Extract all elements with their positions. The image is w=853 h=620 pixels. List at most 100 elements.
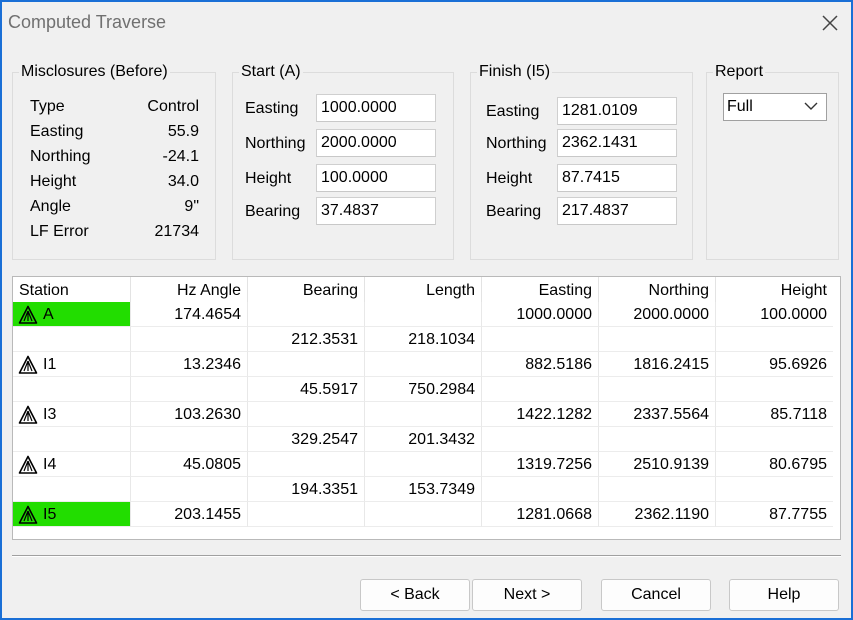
cell-height: 85.7118 [716,402,833,427]
cell-easting [482,377,599,402]
cell-length [365,502,482,527]
table-row[interactable]: I5 203.1455 1281.0668 2362.1190 87.7755 [13,502,840,527]
start-height-field[interactable]: 100.0000 [316,164,436,192]
cell-easting: 1281.0668 [482,502,599,527]
cell-hz [131,377,248,402]
column-header-station[interactable]: Station [13,277,131,302]
cell-easting: 882.5186 [482,352,599,377]
cell-height: 87.7755 [716,502,833,527]
station-name: I5 [43,506,57,523]
chevron-down-icon [804,102,818,110]
table-row[interactable]: 194.3351 153.7349 [13,477,840,502]
finish-bearing-field[interactable]: 217.4837 [557,197,677,225]
computed-traverse-dialog: Computed Traverse Misclosures (Before) T… [0,0,853,620]
cell-height [716,377,833,402]
cancel-button[interactable]: Cancel [601,579,711,611]
cell-hz [131,327,248,352]
table-row[interactable]: I3 103.2630 1422.1282 2337.5564 85.7118 [13,402,840,427]
cell-northing [599,327,716,352]
station-cell[interactable] [13,327,131,352]
station-cell[interactable]: A [13,302,131,327]
cell-northing: 2362.1190 [599,502,716,527]
help-button[interactable]: Help [729,579,839,611]
finish-height-label: Height [486,170,533,187]
type-header: Type [30,98,65,115]
cell-hz: 174.4654 [131,302,248,327]
cell-height: 100.0000 [716,302,833,327]
report-group: Report Full [706,63,839,260]
finish-label: Finish (I5) [477,63,553,81]
cell-height [716,477,833,502]
misclosure-northing-value: -24.1 [162,148,199,165]
misclosure-lf-error-label: LF Error [30,223,89,240]
misclosure-height-value: 34.0 [167,173,199,190]
misclosure-easting-value: 55.9 [167,123,199,140]
station-cell[interactable] [13,377,131,402]
finish-easting-field[interactable]: 1281.0109 [557,97,677,125]
table-header: Station Hz Angle Bearing Length Easting … [13,277,840,302]
cell-height [716,327,833,352]
column-header-northing[interactable]: Northing [599,277,716,302]
station-name: I1 [43,356,57,373]
close-button[interactable] [817,10,843,36]
start-northing-field[interactable]: 2000.0000 [316,129,436,157]
traverse-table[interactable]: Station Hz Angle Bearing Length Easting … [12,276,841,540]
table-row[interactable]: 329.2547 201.3432 [13,427,840,452]
misclosure-angle-value: 9" [184,198,199,215]
station-cell[interactable] [13,427,131,452]
cell-length [365,352,482,377]
start-northing-label: Northing [245,135,306,152]
cell-bearing [248,452,365,477]
cell-bearing [248,352,365,377]
start-height-label: Height [245,170,292,187]
cell-easting [482,427,599,452]
finish-height-field[interactable]: 87.7415 [557,164,677,192]
column-header-height[interactable]: Height [716,277,833,302]
finish-northing-field[interactable]: 2362.1431 [557,129,677,157]
tripod-warning-icon [18,505,38,533]
station-cell[interactable]: I4 [13,452,131,477]
table-row[interactable]: 212.3531 218.1034 [13,327,840,352]
cell-northing [599,427,716,452]
cell-bearing [248,402,365,427]
station-cell[interactable]: I3 [13,402,131,427]
station-cell[interactable]: I5 [13,502,131,527]
cell-bearing: 212.3531 [248,327,365,352]
back-button[interactable]: < Back [360,579,470,611]
cell-hz: 13.2346 [131,352,248,377]
cell-length: 153.7349 [365,477,482,502]
column-header-bearing[interactable]: Bearing [248,277,365,302]
start-bearing-field[interactable]: 37.4837 [316,197,436,225]
cell-length [365,402,482,427]
cell-length: 201.3432 [365,427,482,452]
misclosures-group: Misclosures (Before) Type Control Eastin… [12,63,216,260]
cell-northing [599,377,716,402]
start-easting-field[interactable]: 1000.0000 [316,94,436,122]
cell-northing [599,477,716,502]
column-header-easting[interactable]: Easting [482,277,599,302]
station-cell[interactable] [13,477,131,502]
title-bar: Computed Traverse [2,2,851,44]
table-row[interactable]: 45.5917 750.2984 [13,377,840,402]
cell-northing: 2510.9139 [599,452,716,477]
cell-bearing [248,502,365,527]
station-cell[interactable]: I1 [13,352,131,377]
station-name: I3 [43,406,57,423]
next-button[interactable]: Next > [472,579,582,611]
cell-length: 218.1034 [365,327,482,352]
cell-hz [131,427,248,452]
column-header-length[interactable]: Length [365,277,482,302]
misclosure-angle-label: Angle [30,198,71,215]
cell-height [716,427,833,452]
cell-hz: 203.1455 [131,502,248,527]
cell-hz [131,477,248,502]
start-label: Start (A) [239,63,303,81]
table-row[interactable]: A 174.4654 1000.0000 2000.0000 100.0000 [13,302,840,327]
report-select[interactable]: Full [723,93,827,121]
finish-bearing-label: Bearing [486,203,542,220]
table-row[interactable]: I4 45.0805 1319.7256 2510.9139 80.6795 [13,452,840,477]
cell-bearing [248,302,365,327]
column-header-hz-angle[interactable]: Hz Angle [131,277,248,302]
table-row[interactable]: I1 13.2346 882.5186 1816.2415 95.6926 [13,352,840,377]
finish-easting-label: Easting [486,103,540,120]
